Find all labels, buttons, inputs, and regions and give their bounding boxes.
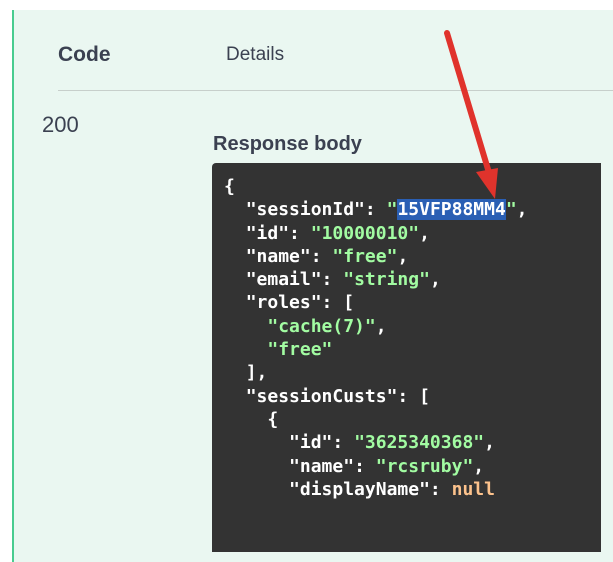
json-key-cust-id: "id" [289,432,333,454]
json-role-item: "free" [267,339,333,361]
json-key-sessionCusts: "sessionCusts" [245,385,398,407]
json-key-roles: "roles" [245,292,322,314]
json-key-name: "name" [245,245,311,267]
json-key-id: "id" [245,222,290,244]
column-header-details: Details [226,44,285,65]
json-role-item: "cache(7)" [267,315,376,337]
response-body-label: Response body [213,133,362,155]
response-body-code[interactable]: { "sessionId": "15VFP88MM4", "id": "1000… [212,163,601,552]
json-key-sessionId: "sessionId" [245,199,365,221]
json-value-name: "free" [332,245,398,267]
selected-session-id[interactable]: 15VFP88MM4 [397,199,506,221]
json-key-cust-displayName: "displayName" [289,478,430,500]
json-key-email: "email" [245,269,322,291]
json-value-cust-name: "rcsruby" [375,455,474,477]
header-divider [58,90,613,91]
json-value-email: "string" [343,269,430,291]
json-value-cust-id: "3625340368" [354,432,485,454]
status-code: 200 [42,112,79,137]
json-value-cust-displayName: null [451,478,495,500]
column-header-code: Code [58,43,111,66]
json-text[interactable]: { "sessionId": "15VFP88MM4", "id": "1000… [224,175,601,501]
json-value-id: "10000010" [310,222,420,244]
json-open-brace: { [224,176,235,197]
json-key-cust-name: "name" [289,455,355,477]
